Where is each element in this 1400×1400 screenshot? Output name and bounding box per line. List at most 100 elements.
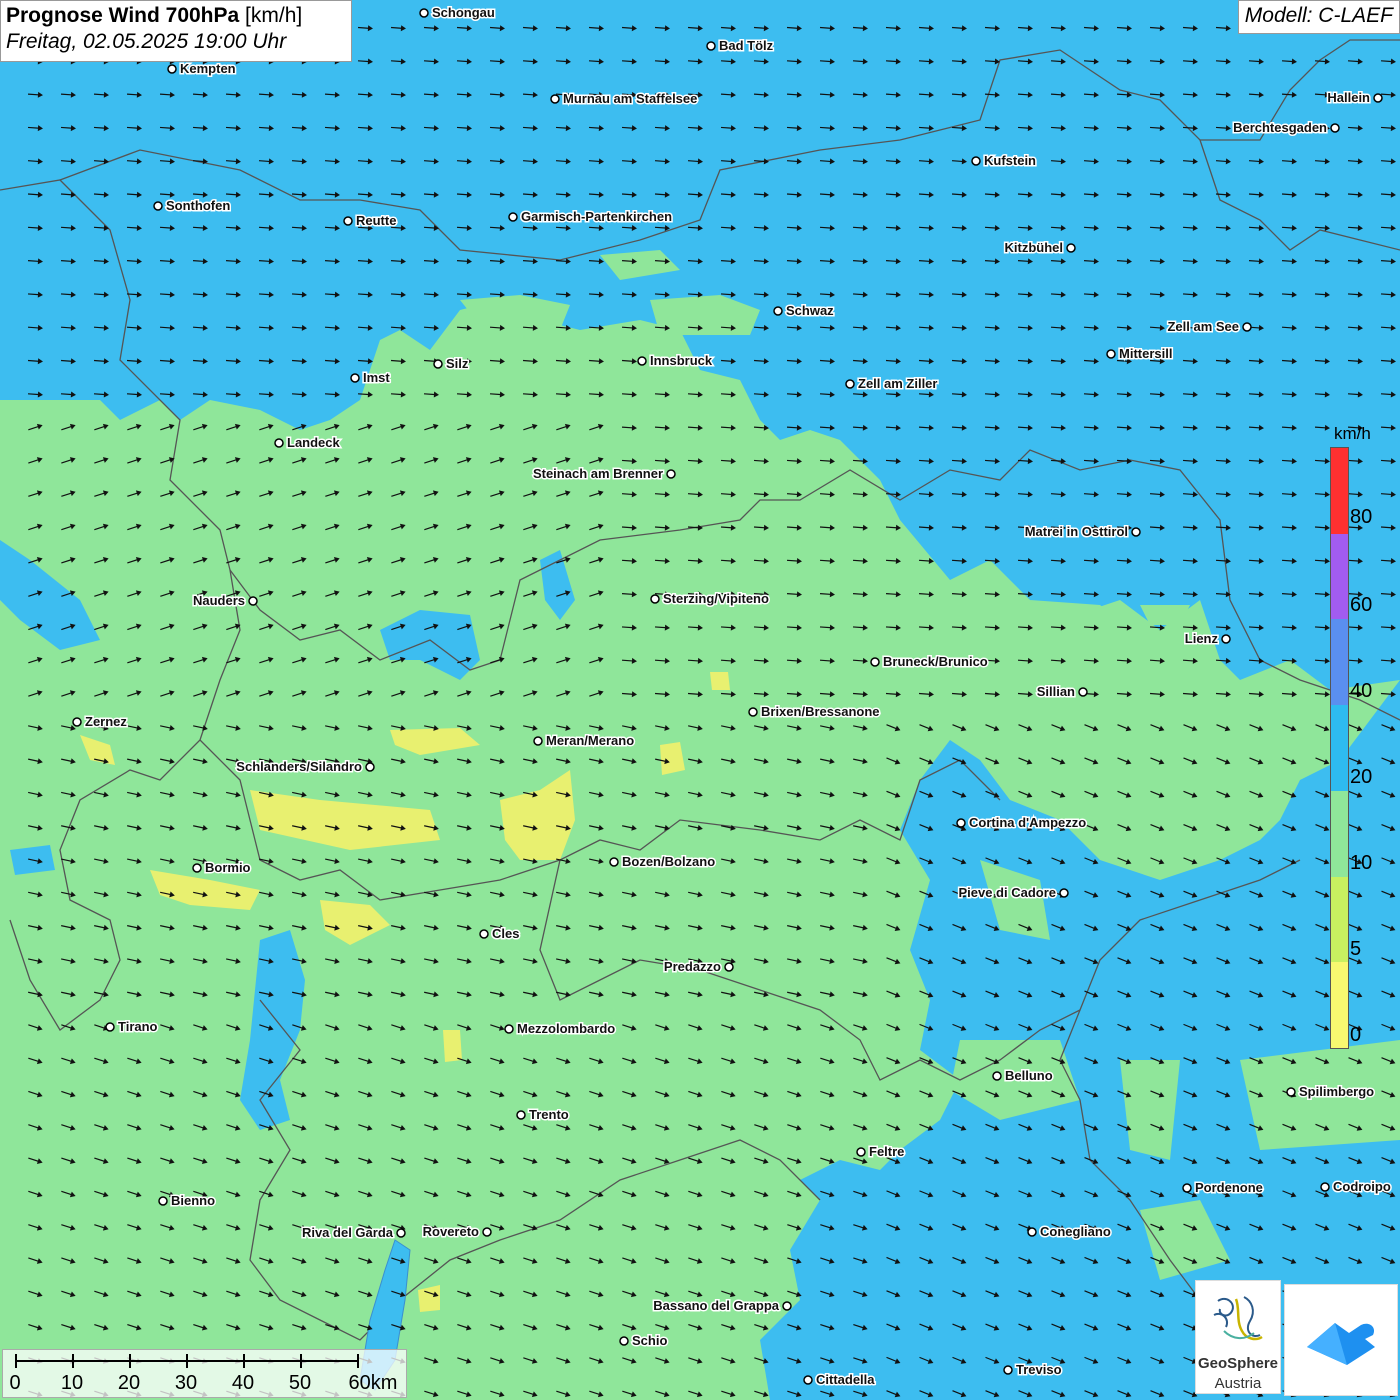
city-murnau-am-staffelsee: Murnau am Staffelsee [550,90,699,108]
city-label: Murnau am Staffelsee [563,91,697,106]
geosphere-logo-icon [1213,1296,1263,1341]
city-label: Zell am See [1167,319,1239,334]
city-marker-icon [1003,1365,1013,1375]
city-marker-icon [1131,527,1141,537]
city-label: Conegliano [1040,1224,1111,1239]
city-label: Cittadella [816,1372,875,1387]
city-label: Riva del Garda [302,1225,394,1240]
city-marker-icon [956,818,966,828]
city-label: Tirano [118,1019,158,1034]
city-label: Bassano del Grappa [653,1298,779,1313]
city-label: Sonthofen [166,198,230,213]
scale-label: 40 [231,1372,255,1394]
city-marker-icon [158,1196,168,1206]
city-steinach-am-brenner: Steinach am Brenner [531,465,676,483]
city-marker-icon [419,8,429,18]
city-label: Bormio [205,860,251,875]
city-label: Kempten [180,61,236,76]
city-marker-icon [248,596,258,606]
city-garmisch-partenkirchen: Garmisch-Partenkirchen [508,208,674,226]
city-label: Lienz [1185,631,1219,646]
city-label: Mezzolombardo [517,1021,615,1036]
city-label: Zernez [85,714,127,729]
wind-map: Schongau Bad Tölz Kempten Murnau am Staffel… [0,0,1400,1400]
scale-tick [186,1354,188,1368]
city-marker-icon [1373,93,1383,103]
city-zell-am-ziller: Zell am Ziller [845,375,939,393]
city-pordenone: Pordenone [1182,1179,1264,1197]
app-logo-icon [1307,1323,1375,1365]
city-zell-am-see: Zell am See [1166,318,1252,336]
city-mezzolombardo: Mezzolombardo [504,1020,617,1038]
city-spilimbergo: Spilimbergo [1286,1083,1376,1101]
scale-bar: 0 10 20 30 40 50 60km [2,1349,407,1398]
city-label: Bruneck/Brunico [883,654,988,669]
city-marker-icon [350,373,360,383]
legend-segment [1331,619,1348,706]
city-sterzing-vipiteno: Sterzing/Vipiteno [650,590,770,608]
city-label: Hallein [1327,90,1370,105]
city-marker-icon [343,216,353,226]
legend-label: 10 [1350,852,1373,874]
city-schlanders-silandro: Schlanders/Silandro [235,758,375,776]
city-label: Schwaz [786,303,834,318]
city-marker-icon [365,762,375,772]
city-marker-icon [153,201,163,211]
city-marker-icon [773,306,783,316]
city-marker-icon [845,379,855,389]
app-logo[interactable] [1284,1284,1398,1396]
city-marker-icon [508,212,518,222]
city-label: Brixen/Bressanone [761,704,880,719]
city-label: Kufstein [984,153,1036,168]
city-label: Bozen/Bolzano [622,854,715,869]
city-label: Sillian [1037,684,1075,699]
city-label: Treviso [1016,1362,1062,1377]
city-marker-icon [609,857,619,867]
legend-segment [1331,876,1348,963]
city-label: Belluno [1005,1068,1053,1083]
legend-segment [1331,705,1348,791]
city-marker-icon [479,929,489,939]
scale-label: 20 [117,1372,141,1394]
legend-label: 5 [1350,938,1362,960]
city-bozen-bolzano: Bozen/Bolzano [609,853,717,871]
city-marker-icon [992,1071,1002,1081]
city-label: Codroipo [1333,1179,1391,1194]
city-marker-icon [396,1228,406,1238]
scale-tick [357,1354,359,1368]
city-marker-icon [803,1375,813,1385]
legend-segment [1331,533,1348,620]
city-label: Zell am Ziller [858,376,937,391]
city-berchtesgaden: Berchtesgaden [1232,119,1340,137]
city-marker-icon [516,1110,526,1120]
city-label: Schlanders/Silandro [236,759,362,774]
city-marker-icon [274,438,284,448]
title-unit: [km/h] [245,4,303,27]
city-marker-icon [619,1336,629,1346]
city-meran-merano: Meran/Merano [533,732,636,750]
city-marker-icon [1059,888,1069,898]
city-brixen-bressanone: Brixen/Bressanone [748,703,881,721]
city-marker-icon [1182,1183,1192,1193]
title-bold: Prognose Wind 700hPa [6,4,240,27]
legend-segment [1331,448,1348,534]
city-label: Schongau [432,5,495,20]
city-innsbruck: Innsbruck [637,352,714,370]
city-bruneck-brunico: Bruneck/Brunico [870,653,989,671]
city-schongau: Schongau [419,4,496,22]
city-marker-icon [650,594,660,604]
map-date: Freitag, 02.05.2025 19:00 Uhr [6,30,287,53]
scale-label: 10 [60,1372,84,1394]
city-marker-icon [504,1024,514,1034]
city-marker-icon [782,1301,792,1311]
city-marker-icon [1106,349,1116,359]
city-marker-icon [433,359,443,369]
legend-label: 60 [1350,594,1373,616]
legend-color-bar [1330,447,1349,1049]
city-marker-icon [870,657,880,667]
geosphere-logo[interactable]: GeoSphere Austria [1195,1280,1281,1394]
city-marker-icon [637,356,647,366]
scale-tick [129,1354,131,1368]
city-marker-icon [706,41,716,51]
city-label: Bad Tölz [719,38,774,53]
